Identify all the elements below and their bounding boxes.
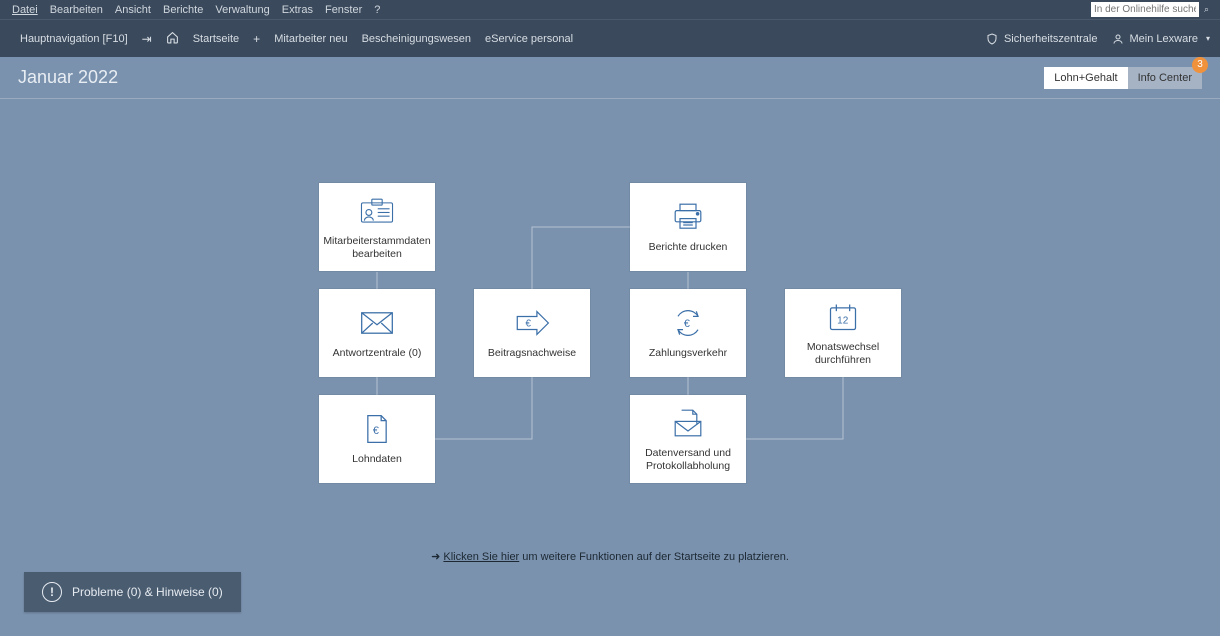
- notification-badge: 3: [1192, 57, 1208, 73]
- user-icon: [1112, 33, 1124, 45]
- security-label: Sicherheitszentrale: [1004, 33, 1098, 45]
- add-function-link[interactable]: Klicken Sie hier: [443, 551, 519, 563]
- pin-icon[interactable]: ⇥: [142, 32, 152, 46]
- mail-document-icon: [672, 405, 704, 441]
- add-function-hint: ➜ Klicken Sie hier um weitere Funktionen…: [0, 550, 1220, 563]
- menu-verwaltung[interactable]: Verwaltung: [209, 2, 275, 18]
- menu-extras[interactable]: Extras: [276, 2, 319, 18]
- status-label: Probleme (0) & Hinweise (0): [72, 585, 223, 599]
- menu-bearbeiten[interactable]: Bearbeiten: [44, 2, 109, 18]
- menu-help[interactable]: ?: [368, 2, 386, 18]
- page-title: Januar 2022: [18, 67, 118, 88]
- tab-info-center[interactable]: Info Center: [1128, 67, 1202, 89]
- home-icon[interactable]: [166, 31, 179, 47]
- tile-beitragsnachweise[interactable]: € Beitragsnachweise: [474, 289, 590, 377]
- tile-zahlungsverkehr[interactable]: € Zahlungsverkehr: [630, 289, 746, 377]
- menubar-items: Datei Bearbeiten Ansicht Berichte Verwal…: [6, 2, 386, 18]
- link-mitarbeiter-neu[interactable]: Mitarbeiter neu: [274, 33, 347, 45]
- help-search-button[interactable]: ⌕: [1199, 2, 1214, 17]
- help-search-input[interactable]: [1091, 2, 1199, 17]
- euro-arrow-icon: €: [514, 305, 550, 341]
- tile-monatswechsel[interactable]: 12 Monatswechsel durchführen: [785, 289, 901, 377]
- svg-text:€: €: [684, 319, 690, 331]
- tile-label: Beitragsnachweise: [484, 347, 580, 360]
- tile-label: Monatswechsel durchführen: [785, 341, 901, 367]
- id-card-icon: [360, 193, 394, 229]
- help-search: ⌕: [1091, 2, 1214, 17]
- status-button[interactable]: ! Probleme (0) & Hinweise (0): [24, 572, 241, 612]
- menu-ansicht[interactable]: Ansicht: [109, 2, 157, 18]
- tile-label: Lohndaten: [348, 453, 406, 466]
- svg-text:€: €: [525, 319, 531, 330]
- link-eservice[interactable]: eService personal: [485, 33, 573, 45]
- tile-label: Antwortzentrale (0): [329, 347, 426, 360]
- shield-icon: [986, 32, 998, 46]
- printer-icon: [672, 199, 704, 235]
- page-header: Januar 2022 Lohn+Gehalt Info Center 3: [0, 57, 1220, 99]
- tile-label: Berichte drucken: [645, 241, 732, 254]
- hint-suffix: um weitere Funktionen auf der Startseite…: [519, 551, 789, 563]
- workflow-canvas: Mitarbeiterstammdaten bearbeiten Bericht…: [0, 99, 1220, 589]
- arrow-icon: ➜: [431, 551, 440, 563]
- tile-mitarbeiterstammdaten[interactable]: Mitarbeiterstammdaten bearbeiten: [319, 183, 435, 271]
- toolbar: Hauptnavigation [F10] ⇥ Startseite + Mit…: [0, 19, 1220, 57]
- nav-label[interactable]: Hauptnavigation [F10]: [20, 33, 128, 45]
- tile-lohndaten[interactable]: € Lohndaten: [319, 395, 435, 483]
- tile-antwortzentrale[interactable]: Antwortzentrale (0): [319, 289, 435, 377]
- tile-label: Mitarbeiterstammdaten bearbeiten: [319, 235, 435, 261]
- menubar: Datei Bearbeiten Ansicht Berichte Verwal…: [0, 0, 1220, 19]
- link-bescheinigungswesen[interactable]: Bescheinigungswesen: [362, 33, 471, 45]
- envelope-icon: [360, 305, 394, 341]
- security-link[interactable]: Sicherheitszentrale: [986, 32, 1098, 46]
- tab-lohn-gehalt[interactable]: Lohn+Gehalt: [1044, 67, 1127, 89]
- euro-document-icon: €: [364, 411, 390, 447]
- plus-icon[interactable]: +: [253, 32, 260, 46]
- tabs: Lohn+Gehalt Info Center 3: [1044, 67, 1202, 89]
- tile-label: Datenversand und Protokollabholung: [630, 447, 746, 473]
- tile-datenversand[interactable]: Datenversand und Protokollabholung: [630, 395, 746, 483]
- menu-berichte[interactable]: Berichte: [157, 2, 209, 18]
- search-icon: ⌕: [1204, 4, 1209, 15]
- account-label: Mein Lexware: [1130, 33, 1198, 45]
- menu-fenster[interactable]: Fenster: [319, 2, 368, 18]
- euro-cycle-icon: €: [671, 305, 705, 341]
- menu-datei[interactable]: Datei: [6, 2, 44, 18]
- svg-text:12: 12: [837, 316, 849, 327]
- tile-label: Zahlungsverkehr: [645, 347, 731, 360]
- alert-icon: !: [42, 582, 62, 602]
- svg-text:€: €: [373, 425, 379, 437]
- account-link[interactable]: Mein Lexware ▾: [1112, 33, 1211, 45]
- chevron-down-icon: ▾: [1206, 34, 1210, 43]
- calendar-icon: 12: [828, 299, 858, 335]
- home-link[interactable]: Startseite: [193, 33, 239, 45]
- tile-berichte-drucken[interactable]: Berichte drucken: [630, 183, 746, 271]
